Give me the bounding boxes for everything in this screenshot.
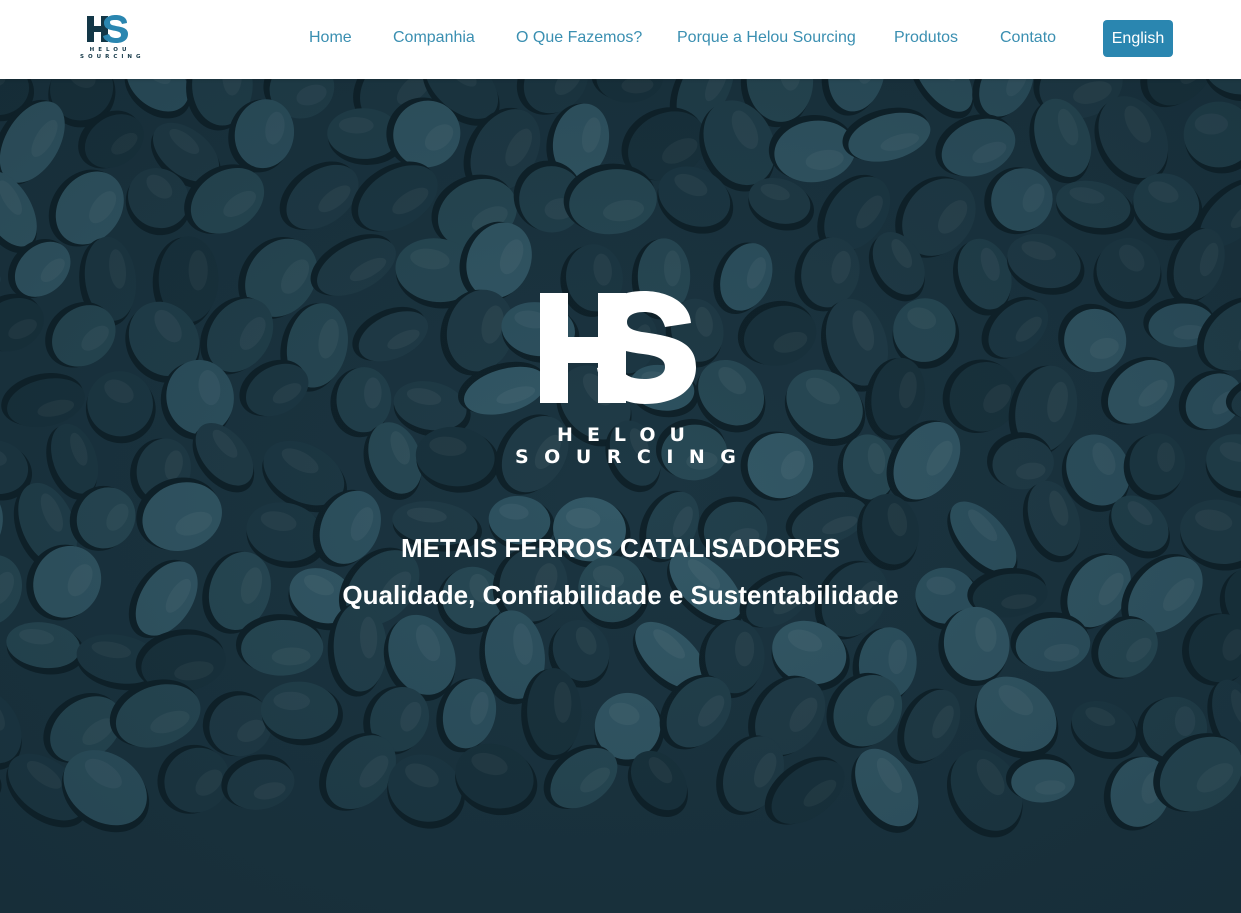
nav-link-o-que-fazemos[interactable]: O Que Fazemos? — [516, 28, 642, 48]
nav-link-produtos[interactable]: Produtos — [894, 28, 958, 48]
hero-section: HELOU SOURCING METAIS FERROS CATALISADOR… — [0, 79, 1241, 913]
hero-subtitle: Qualidade, Confiabilidade e Sustentabili… — [342, 580, 899, 610]
hero-logo: HELOU SOURCING — [500, 291, 742, 467]
nav-link-porque-helou[interactable]: Porque a Helou Sourcing — [677, 28, 856, 48]
nav-link-companhia[interactable]: Companhia — [393, 28, 475, 48]
hero-overlay — [0, 79, 1241, 913]
site-header: HELOU SOURCING Home Companhia O Que Faze… — [0, 0, 1241, 79]
hero-tagline: METAIS FERROS CATALISADORES — [400, 533, 841, 563]
language-english-button[interactable]: English — [1103, 20, 1173, 57]
hero-logo-text-sourcing: SOURCING — [515, 446, 752, 468]
hs-logo-icon — [540, 291, 696, 404]
nav-link-contato[interactable]: Contato — [1000, 28, 1056, 48]
hero-logo-text-helou: HELOU — [557, 424, 699, 446]
nav-link-home[interactable]: Home — [309, 28, 352, 48]
main-navigation: Home Companhia O Que Fazemos? Porque a H… — [0, 0, 1241, 79]
